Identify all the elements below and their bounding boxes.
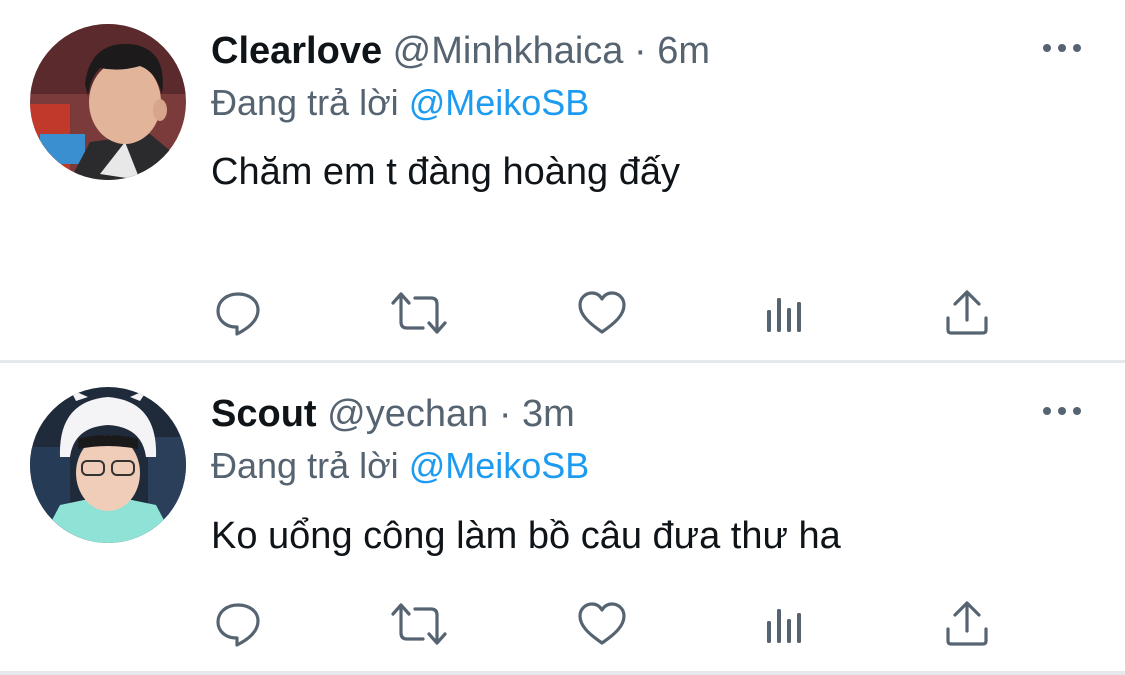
replying-to: Đang trả lời @MeikoSB (211, 80, 589, 126)
avatar-photo (30, 387, 186, 543)
more-options-icon[interactable] (1043, 38, 1081, 58)
tweet-header: Clearlove @Minhkhaica · 6m (211, 27, 710, 75)
avatar[interactable] (30, 387, 186, 543)
mention-link[interactable]: @MeikoSB (409, 82, 590, 123)
tweet-actions (211, 599, 1011, 649)
avatar[interactable] (30, 24, 186, 180)
analytics-icon[interactable] (761, 288, 811, 338)
analytics-icon[interactable] (761, 599, 811, 649)
replying-to-label: Đang trả lời (211, 82, 399, 123)
tweet-actions (211, 288, 1011, 338)
like-icon[interactable] (577, 288, 627, 338)
like-icon[interactable] (577, 599, 627, 649)
separator-dot: · (498, 393, 512, 435)
tweet[interactable]: Scout @yechan · 3m Đang trả lời @MeikoSB… (0, 363, 1125, 675)
avatar-photo (30, 24, 186, 180)
user-handle[interactable]: @Minhkhaica (393, 30, 624, 72)
tweet-text: Ko uổng công làm bồ câu đưa thư ha (211, 515, 841, 557)
user-handle[interactable]: @yechan (327, 393, 488, 435)
tweet[interactable]: Clearlove @Minhkhaica · 6m Đang trả lời … (0, 0, 1125, 360)
reply-icon[interactable] (213, 288, 263, 338)
share-icon[interactable] (942, 288, 992, 338)
share-icon[interactable] (942, 599, 992, 649)
retweet-icon[interactable] (389, 599, 447, 649)
mention-link[interactable]: @MeikoSB (409, 445, 590, 486)
reply-icon[interactable] (213, 599, 263, 649)
display-name[interactable]: Clearlove (211, 30, 382, 72)
display-name[interactable]: Scout (211, 393, 317, 435)
tweet-text: Chăm em t đàng hoàng đấy (211, 151, 680, 193)
replying-to: Đang trả lời @MeikoSB (211, 443, 589, 489)
retweet-icon[interactable] (389, 288, 447, 338)
tweet-divider (0, 671, 1125, 675)
timestamp[interactable]: 6m (657, 30, 710, 72)
separator-dot: · (634, 30, 647, 72)
timestamp[interactable]: 3m (522, 393, 575, 435)
replying-to-label: Đang trả lời (211, 445, 399, 486)
tweet-header: Scout @yechan · 3m (211, 390, 575, 438)
more-options-icon[interactable] (1043, 401, 1081, 421)
